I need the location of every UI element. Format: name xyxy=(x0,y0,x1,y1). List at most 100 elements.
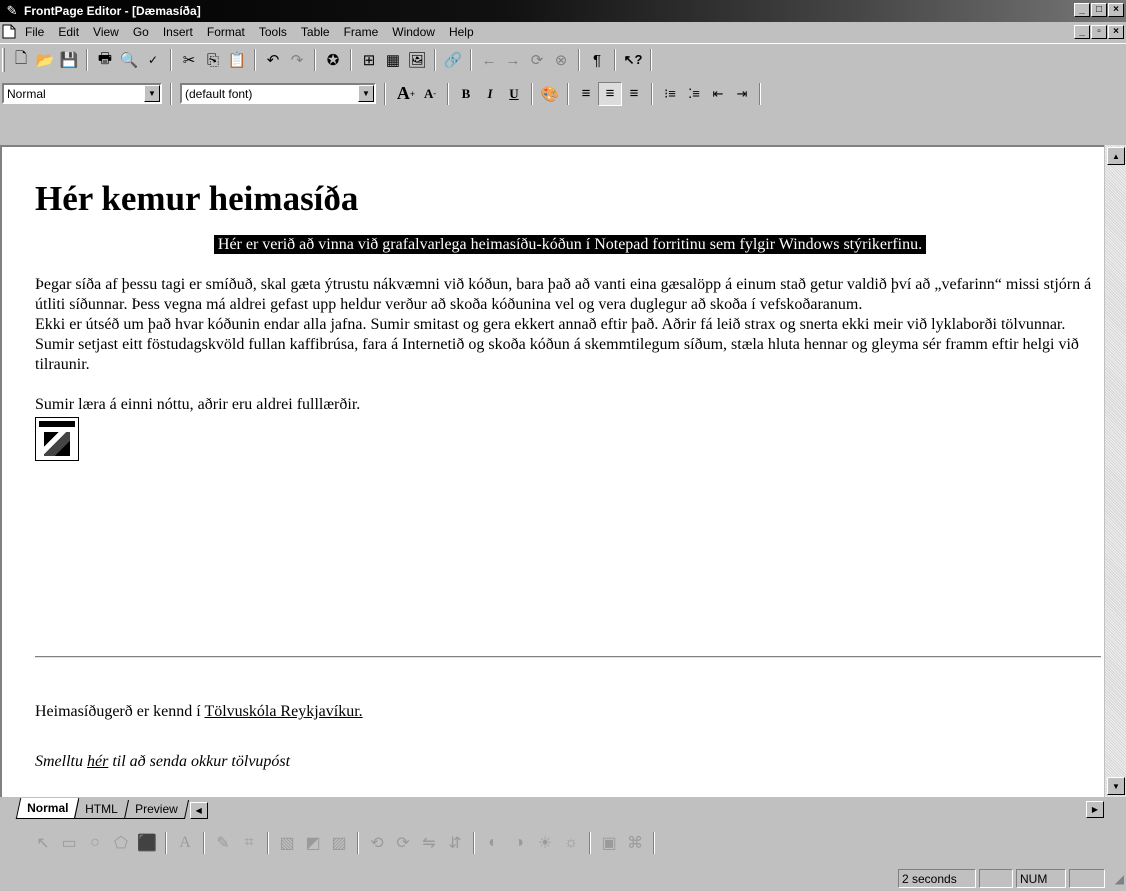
rectangle-hotspot-icon[interactable]: ▭ xyxy=(56,831,82,855)
undo-icon[interactable]: ↶ xyxy=(261,48,285,72)
resize-grip-icon[interactable]: ◢ xyxy=(1115,872,1124,886)
status-empty-panel xyxy=(979,869,1013,888)
cut-icon[interactable]: ✂ xyxy=(177,48,201,72)
paste-icon[interactable]: 📋 xyxy=(225,48,249,72)
doc-minimize-button[interactable]: _ xyxy=(1074,25,1090,39)
webbot-icon[interactable]: ✪ xyxy=(321,48,345,72)
doc-close-button[interactable]: × xyxy=(1108,25,1124,39)
scroll-down-arrow-icon[interactable]: ▼ xyxy=(1107,777,1125,795)
paragraph-2: Ekki er útséð um það hvar kóðunin endar … xyxy=(35,316,1066,333)
text-icon[interactable]: A xyxy=(172,831,198,855)
rotate-right-icon[interactable]: ⟳ xyxy=(390,831,416,855)
print-icon[interactable]: 🖶 xyxy=(93,48,117,72)
increase-font-icon[interactable]: A + xyxy=(394,82,418,106)
paragraph-marks-icon[interactable]: ¶ xyxy=(585,48,609,72)
increase-indent-icon[interactable]: ⇥ xyxy=(730,82,754,106)
menu-table[interactable]: Table xyxy=(294,25,337,39)
refresh-icon[interactable]: ⟳ xyxy=(525,48,549,72)
tab-html[interactable]: HTML xyxy=(74,800,130,819)
document-editor[interactable]: Hér kemur heimasíða Hér er verið að vinn… xyxy=(0,145,1126,797)
crop-icon[interactable]: ⌗ xyxy=(236,831,262,855)
selected-text[interactable]: Hér er verið að vinna við grafalvarlega … xyxy=(213,235,927,254)
document-icon[interactable] xyxy=(2,24,16,39)
style-dropdown[interactable]: Normal ▼ xyxy=(2,83,162,104)
vertical-scrollbar[interactable]: ▲ ▼ xyxy=(1104,145,1126,797)
decrease-indent-icon[interactable]: ⇤ xyxy=(706,82,730,106)
more-contrast-icon[interactable]: ◐ xyxy=(480,831,506,855)
scroll-right-arrow-icon[interactable]: ▶ xyxy=(1086,801,1104,818)
hyperlink-icon[interactable]: 🔗 xyxy=(441,48,465,72)
polygon-hotspot-icon[interactable]: ⬠ xyxy=(108,831,134,855)
font-dropdown[interactable]: (default font) ▼ xyxy=(180,83,376,104)
chevron-down-icon[interactable]: ▼ xyxy=(358,85,374,102)
tab-normal[interactable]: Normal xyxy=(15,798,80,819)
minimize-button[interactable]: _ xyxy=(1074,3,1090,17)
italic-icon[interactable]: I xyxy=(478,82,502,106)
select-pointer-icon[interactable]: ↖ xyxy=(30,831,56,855)
menu-go[interactable]: Go xyxy=(126,25,156,39)
bold-icon[interactable]: B xyxy=(454,82,478,106)
text-color-icon[interactable]: 🎨 xyxy=(538,82,562,106)
decrease-font-icon[interactable]: A- xyxy=(418,82,442,106)
align-right-icon[interactable]: ≡ xyxy=(622,82,646,106)
print-preview-icon[interactable]: 🔍 xyxy=(117,48,141,72)
copy-icon[interactable]: ⎘ xyxy=(201,48,225,72)
menu-format[interactable]: Format xyxy=(200,25,252,39)
align-center-icon[interactable]: ≡ xyxy=(598,81,622,106)
save-icon[interactable]: 💾 xyxy=(57,48,81,72)
document-content[interactable]: Hér kemur heimasíða Hér er verið að vinn… xyxy=(35,177,1105,770)
flip-vertical-icon[interactable]: ⇵ xyxy=(442,831,468,855)
tab-preview[interactable]: Preview xyxy=(123,800,189,819)
tab-scroll-left-icon[interactable]: ◀ xyxy=(189,802,208,819)
menu-edit[interactable]: Edit xyxy=(51,25,86,39)
maximize-button[interactable]: □ xyxy=(1091,3,1107,17)
less-brightness-icon[interactable]: ☼ xyxy=(558,831,584,855)
spell-check-icon[interactable]: ✓ xyxy=(141,48,165,72)
underline-icon[interactable]: U xyxy=(502,82,526,106)
format-toolbar: Normal ▼ (default font) ▼ A + A- B I U 🎨 … xyxy=(0,77,1126,110)
less-contrast-icon[interactable]: ◑ xyxy=(506,831,532,855)
circle-hotspot-icon[interactable]: ○ xyxy=(82,831,108,855)
more-brightness-icon[interactable]: ☀ xyxy=(532,831,558,855)
highlight-hotspots-icon[interactable]: ⬛ xyxy=(134,831,160,855)
font-value: (default font) xyxy=(185,86,253,101)
back-arrow-icon[interactable]: ← xyxy=(477,48,501,72)
email-link[interactable]: hér xyxy=(87,753,108,770)
black-white-icon[interactable]: ◩ xyxy=(300,831,326,855)
menu-frame[interactable]: Frame xyxy=(337,25,386,39)
menu-file[interactable]: File xyxy=(18,25,51,39)
menu-insert[interactable]: Insert xyxy=(156,25,200,39)
numbered-list-icon[interactable]: ⁝≡ xyxy=(658,82,682,106)
toolbar-grip[interactable] xyxy=(2,48,5,72)
menu-view[interactable]: View xyxy=(86,25,126,39)
redo-icon[interactable]: ↷ xyxy=(285,48,309,72)
forward-arrow-icon[interactable]: → xyxy=(501,48,525,72)
washout-icon[interactable]: ▧ xyxy=(274,831,300,855)
frontpage-app-icon[interactable]: ✎ xyxy=(4,3,20,19)
chevron-down-icon[interactable]: ▼ xyxy=(144,85,160,102)
transparent-color-icon[interactable]: ✎ xyxy=(210,831,236,855)
flip-horizontal-icon[interactable]: ⇋ xyxy=(416,831,442,855)
restore-icon[interactable]: ▨ xyxy=(326,831,352,855)
doc-restore-button[interactable]: ▫ xyxy=(1091,25,1107,39)
insert-image-icon[interactable]: 🖼 xyxy=(405,48,429,72)
align-left-icon[interactable]: ≡ xyxy=(574,82,598,106)
scroll-up-arrow-icon[interactable]: ▲ xyxy=(1107,147,1125,165)
open-folder-icon[interactable]: 📂 xyxy=(33,48,57,72)
bulleted-list-icon[interactable]: ⁚≡ xyxy=(682,82,706,106)
rotate-left-icon[interactable]: ⟲ xyxy=(364,831,390,855)
help-pointer-icon[interactable]: ↖? xyxy=(621,48,645,72)
insert-table-icon[interactable]: ▦ xyxy=(381,48,405,72)
menu-window[interactable]: Window xyxy=(385,25,442,39)
stop-icon[interactable]: ⊗ xyxy=(549,48,573,72)
insert-form-icon[interactable]: ⊞ xyxy=(357,48,381,72)
inline-image[interactable] xyxy=(35,417,79,461)
load-time-panel: 2 seconds xyxy=(898,869,976,888)
new-page-icon[interactable]: 🗋 xyxy=(9,48,33,72)
menu-tools[interactable]: Tools xyxy=(252,25,294,39)
bevel-icon[interactable]: ▣ xyxy=(596,831,622,855)
close-button[interactable]: × xyxy=(1108,3,1124,17)
resample-icon[interactable]: ⌘ xyxy=(622,831,648,855)
school-link[interactable]: Tölvuskóla Reykjavíkur. xyxy=(204,703,362,720)
menu-help[interactable]: Help xyxy=(442,25,481,39)
